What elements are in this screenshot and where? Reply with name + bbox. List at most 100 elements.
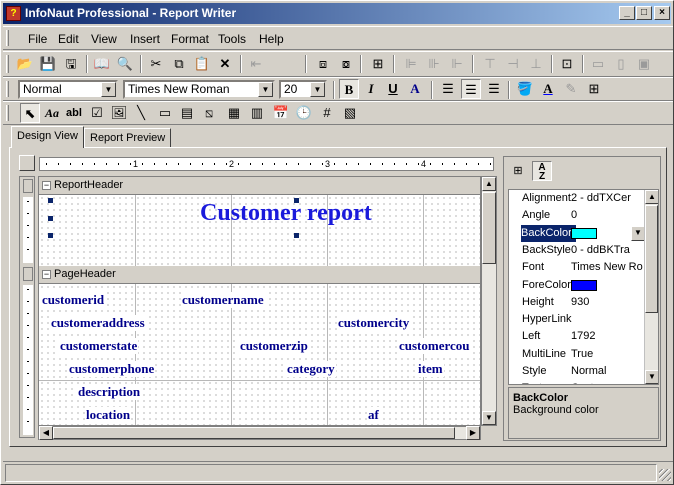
field-description[interactable]: description xyxy=(77,384,142,400)
save-icon[interactable]: 💾 xyxy=(38,54,58,74)
horizontal-scrollbar[interactable]: ◀ ▶ xyxy=(38,426,481,440)
text-align-center-icon[interactable]: ☰ xyxy=(461,79,481,99)
property-row[interactable]: Left 1792 xyxy=(509,328,647,345)
property-grid[interactable]: Alignment 2 - ddTXCer Angle 0 BackColor ▼ Back… xyxy=(508,189,659,385)
field-category[interactable]: category xyxy=(286,361,336,377)
border-icon[interactable]: ⊞ xyxy=(584,79,604,99)
align-center-icon[interactable]: ⊪ xyxy=(424,54,444,74)
property-row[interactable]: BackStyle 0 - ddBKTra xyxy=(509,242,647,259)
tab-design-view[interactable]: Design View xyxy=(11,126,84,148)
scroll-left-icon[interactable]: ◀ xyxy=(39,426,53,440)
barcode-tool-icon[interactable]: ▥ xyxy=(247,103,267,123)
align-middle-icon[interactable]: ⊣ xyxy=(503,54,523,74)
report-design-surface[interactable]: − ReportHeader Customer report − PageHea… xyxy=(38,176,481,426)
report-title-label[interactable]: Customer report xyxy=(199,200,373,227)
ruler-corner[interactable] xyxy=(19,155,35,171)
chevron-down-icon[interactable]: ▼ xyxy=(631,225,645,241)
page-break-tool-icon[interactable]: 📅 xyxy=(271,103,291,123)
save-all-icon[interactable]: 🖫 xyxy=(61,54,81,74)
align-bottom-icon[interactable]: ⊥ xyxy=(526,54,546,74)
image-tool-icon[interactable]: 🖼 xyxy=(109,103,129,123)
color-swatch[interactable] xyxy=(571,279,597,291)
same-width-icon[interactable]: ▭ xyxy=(588,54,608,74)
same-height-icon[interactable]: ▯ xyxy=(611,54,631,74)
toolbar-grip[interactable] xyxy=(6,81,9,97)
property-row[interactable]: HyperLink xyxy=(509,311,647,328)
label-tool-icon[interactable]: Aa xyxy=(42,103,62,123)
subreport-tool-icon[interactable]: ⧅ xyxy=(199,103,219,123)
menu-edit[interactable]: Edit xyxy=(58,32,79,46)
fill-color-icon[interactable]: 🪣 xyxy=(515,79,535,99)
chevron-down-icon[interactable]: ▼ xyxy=(258,82,273,97)
checkbox-tool-icon[interactable]: ☑ xyxy=(87,103,107,123)
field-customercountry[interactable]: customercou xyxy=(398,338,471,354)
maximize-button[interactable]: □ xyxy=(636,6,652,20)
page-header-area[interactable]: customerid customername customeraddress … xyxy=(39,284,480,425)
minimize-button[interactable]: _ xyxy=(619,6,635,20)
send-to-back-icon[interactable]: ⧇ xyxy=(336,54,356,74)
selection-handle[interactable] xyxy=(48,216,53,221)
property-row[interactable]: Angle 0 xyxy=(509,207,647,224)
menu-format[interactable]: Format xyxy=(171,32,209,46)
property-row[interactable]: Alignment 2 - ddTXCer xyxy=(509,190,647,207)
property-scrollbar[interactable]: ▲ ▼ xyxy=(644,190,658,384)
menu-file[interactable]: File xyxy=(28,32,47,46)
font-select[interactable]: Times New Roman ▼ xyxy=(123,80,275,99)
menu-help[interactable]: Help xyxy=(259,32,284,46)
menu-insert[interactable]: Insert xyxy=(130,32,160,46)
bring-to-front-icon[interactable]: ⧈ xyxy=(313,54,333,74)
property-row[interactable]: ForeColor xyxy=(509,277,647,294)
indent-icon[interactable]: ⇤ xyxy=(246,54,266,74)
field-customername[interactable]: customername xyxy=(181,292,265,308)
open-icon[interactable]: 📂 xyxy=(15,54,35,74)
field-af[interactable]: af xyxy=(367,407,380,423)
scroll-up-icon[interactable]: ▲ xyxy=(645,190,658,204)
collapse-icon[interactable]: − xyxy=(42,181,51,190)
font-size-select[interactable]: 20 ▼ xyxy=(279,80,327,99)
app-icon[interactable]: ? xyxy=(6,6,21,21)
scroll-up-icon[interactable]: ▲ xyxy=(482,177,496,191)
chevron-down-icon[interactable]: ▼ xyxy=(310,82,325,97)
bold-button[interactable]: B xyxy=(339,79,359,99)
chart-tool-icon[interactable]: ▧ xyxy=(340,103,360,123)
scroll-right-icon[interactable]: ▶ xyxy=(466,426,480,440)
categorized-icon[interactable]: ⊞ xyxy=(508,161,528,181)
line-tool-icon[interactable]: ╲ xyxy=(131,103,151,123)
collapse-icon[interactable]: − xyxy=(42,270,51,279)
menu-view[interactable]: View xyxy=(91,32,117,46)
field-customercity[interactable]: customercity xyxy=(337,315,411,331)
close-button[interactable]: × xyxy=(654,6,670,20)
section-grip[interactable] xyxy=(23,267,33,281)
property-row[interactable]: Font Times New Ro xyxy=(509,259,647,276)
color-swatch[interactable] xyxy=(571,227,597,239)
pointer-icon[interactable]: ⬉ xyxy=(20,103,40,123)
paste-icon[interactable]: 📋 xyxy=(192,54,212,74)
field-item[interactable]: item xyxy=(417,361,444,377)
scroll-thumb[interactable] xyxy=(53,427,455,439)
field-customerstate[interactable]: customerstate xyxy=(59,338,139,354)
title-bar[interactable]: ? InfoNaut Professional - Report Writer … xyxy=(3,3,671,24)
property-row[interactable]: Height 930 xyxy=(509,294,647,311)
menu-grip[interactable] xyxy=(6,30,9,46)
text-color-button[interactable]: A xyxy=(405,79,425,99)
delete-icon[interactable]: ✕ xyxy=(215,54,235,74)
cut-icon[interactable]: ✂ xyxy=(146,54,166,74)
field-customerzip[interactable]: customerzip xyxy=(239,338,309,354)
selection-handle[interactable] xyxy=(48,233,53,238)
book-icon[interactable]: 📖 xyxy=(92,54,112,74)
field-customerphone[interactable]: customerphone xyxy=(68,361,156,377)
toolbar-grip[interactable] xyxy=(6,55,9,73)
center-in-section-icon[interactable]: ⊡ xyxy=(557,54,577,74)
property-row[interactable]: Text Customer report xyxy=(509,380,647,384)
resize-grip-icon[interactable] xyxy=(659,469,671,481)
textbox-tool-icon[interactable]: abl xyxy=(64,103,84,123)
style-select[interactable]: Normal ▼ xyxy=(18,80,118,99)
richtext-tool-icon[interactable]: ▤ xyxy=(177,103,197,123)
line-color-icon[interactable]: ✎ xyxy=(561,79,581,99)
tab-report-preview[interactable]: Report Preview xyxy=(84,128,172,147)
toolbar-grip[interactable] xyxy=(6,105,9,121)
text-align-left-icon[interactable]: ☰ xyxy=(438,79,458,99)
italic-button[interactable]: I xyxy=(361,79,381,99)
property-row[interactable]: BackColor ▼ xyxy=(509,224,647,242)
alphabetical-sort-icon[interactable]: AZ xyxy=(532,161,552,182)
